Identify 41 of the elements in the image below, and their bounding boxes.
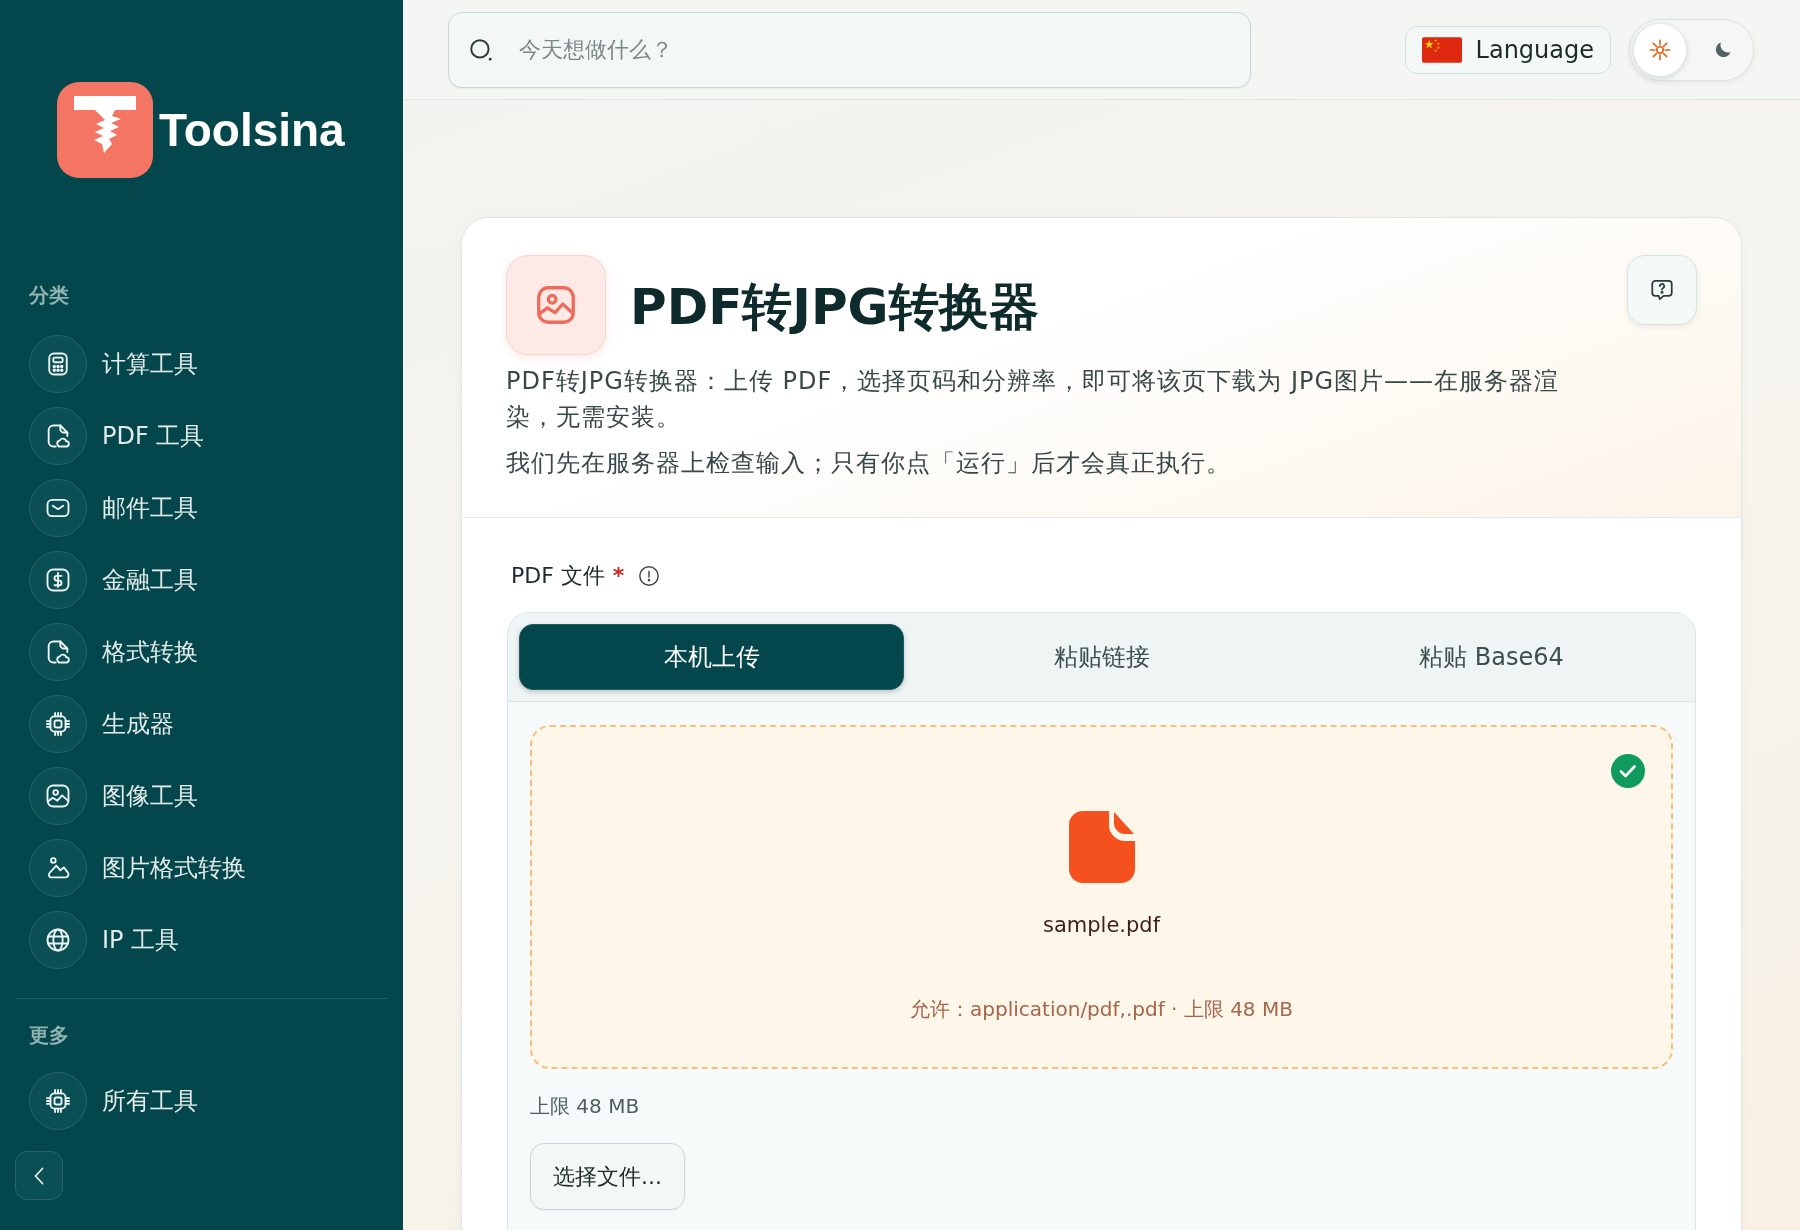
question-bubble-icon [1649,277,1675,303]
tab[interactable]: 粘贴链接 [909,624,1294,690]
description-text: 我们先在服务器上检查输入；只有你点「运行」后才会真正执行。 [506,448,1232,479]
section-heading: 更多 [29,1023,69,1047]
chevron-left-icon [34,1166,44,1185]
drop-zone[interactable]: sample.pdf 允许：application/pdf,.pdf · 上限 48 MB [530,725,1673,1069]
theme-toggle[interactable] [1629,18,1754,81]
accepted-types-text: 允许：application/pdf,.pdf · 上限 48 MB [910,996,1293,1023]
size-limit-text: 上限 48 MB [530,1094,640,1118]
sun-icon [1649,38,1671,61]
sidebar-item[interactable]: 邮件工具 [29,479,198,537]
sidebar-item[interactable]: 计算工具 [29,335,198,393]
search-field[interactable]: 今天想做什么？ [448,11,1251,88]
search-icon [468,36,494,63]
choose-file-button[interactable]: 选择文件... [530,1143,685,1210]
sidebar-item[interactable]: 图片格式转换 [29,839,246,897]
info-icon [638,565,661,587]
field-label: PDF 文件 [511,562,605,590]
description-text: PDF转JPG转换器：上传 PDF，选择页码和分辨率，即可将该页下载为 JPG图片——在服务器渲染，无需安装。 [506,366,1561,433]
file-name: sample.pdf [1042,912,1161,939]
help-button[interactable] [1627,255,1697,325]
sidebar-item[interactable]: 所有工具 [29,1072,198,1130]
brand-name: Toolsina [159,103,345,158]
light-mode-button[interactable] [1633,22,1687,77]
tab[interactable]: 本机上传 [519,624,904,690]
image-icon [506,255,606,355]
flag-icon [1421,36,1462,63]
sidebar-item[interactable]: 生成器 [29,695,174,753]
sidebar-item[interactable]: IP 工具 [29,911,180,969]
sidebar-item[interactable]: 图像工具 [29,767,198,825]
tab[interactable]: 粘贴 Base64 [1299,624,1684,690]
page-title: PDF转JPG转换器 [630,277,1039,338]
sidebar-item[interactable]: PDF 工具 [29,407,205,465]
sidebar-item[interactable]: 格式转换 [29,623,198,681]
collapse-sidebar-button[interactable] [15,1151,63,1200]
section-heading: 分类 [29,283,69,307]
required-mark: * [612,562,625,590]
file-icon [1068,811,1135,883]
screw-logo-icon [57,82,153,178]
language-button[interactable]: Language [1404,25,1611,74]
sidebar-item[interactable]: 金融工具 [29,551,198,609]
